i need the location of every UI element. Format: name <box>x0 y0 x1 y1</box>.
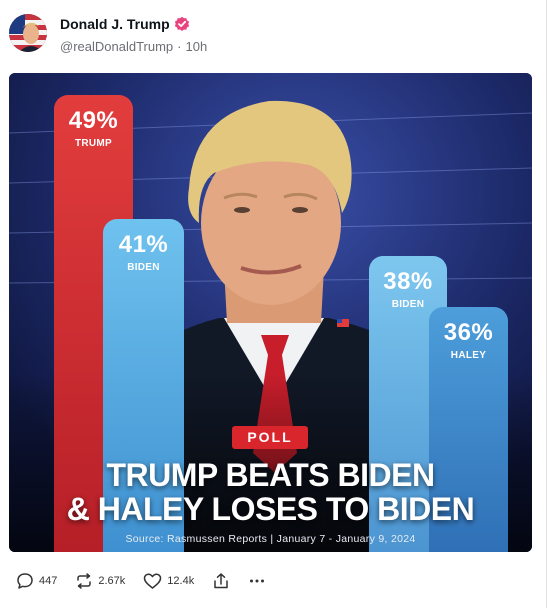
share-button[interactable] <box>212 572 230 590</box>
reply-count: 447 <box>39 575 58 587</box>
retruth-icon <box>75 572 93 590</box>
post-actions: 447 2.67k 12.4k <box>16 572 284 590</box>
bar-label: TRUMP <box>74 138 113 149</box>
reply-button[interactable]: 447 <box>16 572 57 590</box>
like-icon <box>143 572 162 590</box>
verified-badge-icon <box>174 16 190 32</box>
more-button[interactable] <box>248 572 266 590</box>
bar-percent: 38% <box>383 268 433 295</box>
bar-label: HALEY <box>450 350 487 361</box>
divider <box>546 0 547 608</box>
retruth-count: 2.67k <box>98 575 126 587</box>
retruth-button[interactable]: 2.67k <box>75 572 125 590</box>
post-meta: @realDonaldTrump · 10h <box>60 39 207 54</box>
author-name: Donald J. Trump <box>60 16 170 32</box>
bar-label: BIDEN <box>127 262 160 273</box>
source-caption: Source: Rasmussen Reports | January 7 - … <box>125 533 416 545</box>
author-name-link[interactable]: Donald J. Trump <box>60 16 190 32</box>
bar-percent: 49% <box>68 107 119 134</box>
headline-line-1: TRUMP BEATS BIDEN <box>106 457 435 493</box>
bar-percent: 41% <box>118 231 169 258</box>
post-image[interactable]: 49% TRUMP 41% BIDEN 38% BIDEN 36% HALEY … <box>9 73 532 552</box>
headline-line-2: & HALEY LOSES TO BIDEN <box>66 491 475 527</box>
more-icon <box>248 572 266 590</box>
reply-icon <box>16 572 34 590</box>
meta-separator: · <box>177 39 182 54</box>
poll-badge: POLL <box>232 426 308 449</box>
like-count: 12.4k <box>167 575 195 587</box>
avatar[interactable] <box>9 14 47 52</box>
bar-percent: 36% <box>443 319 494 346</box>
post-time[interactable]: 10h <box>186 39 208 54</box>
share-icon <box>212 572 230 590</box>
like-button[interactable]: 12.4k <box>143 572 194 590</box>
author-handle[interactable]: @realDonaldTrump <box>60 39 173 54</box>
